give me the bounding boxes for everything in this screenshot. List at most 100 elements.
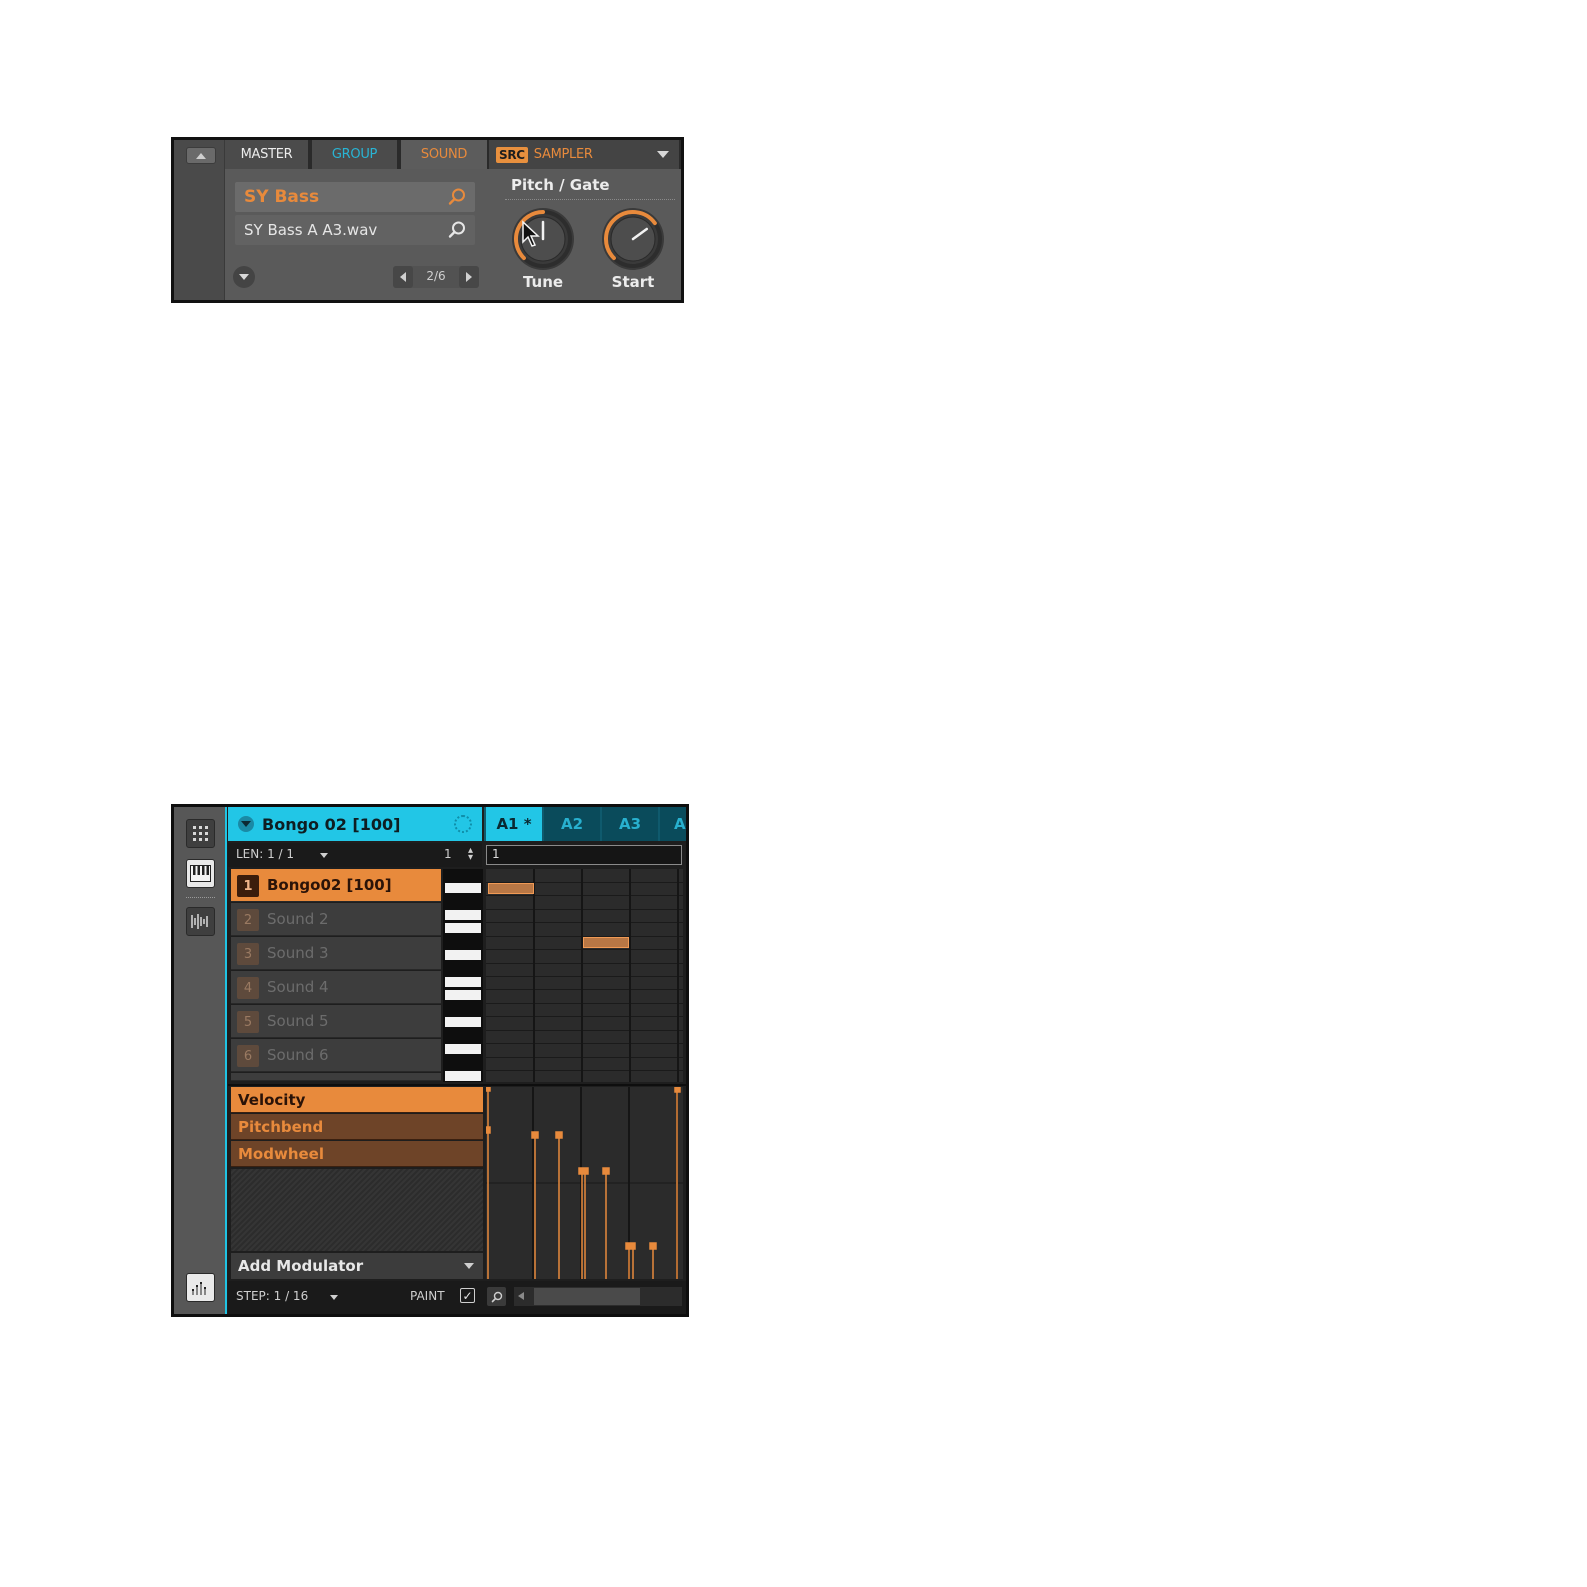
arrow-left-icon[interactable] [518,1292,524,1300]
timeline-ruler[interactable]: 1 [486,845,682,865]
sample-name-field[interactable]: SY Bass A A3.wav [235,215,475,245]
velocity-handle[interactable] [674,1087,681,1093]
piano-white-key[interactable] [445,883,481,893]
sound-slot-number: 2 [237,909,259,931]
arrow-right-icon[interactable] [459,266,479,288]
pattern-editor-panel: Bongo 02 [100] A1 * A2 A3 A LEN: 1 / 1 1… [171,804,689,1317]
piano-white-key[interactable] [445,923,481,933]
piano-white-key[interactable] [445,977,481,987]
velocity-handle[interactable] [486,1087,491,1092]
start-knob[interactable] [598,204,668,274]
pattern-tab-a3[interactable]: A3 [602,807,658,841]
grid-row-line [486,1057,683,1058]
focus-ring-icon[interactable] [454,815,472,833]
sound-slot-3[interactable]: 3 Sound 3 [231,937,441,970]
editor-footer: STEP: 1 / 16 PAINT ✓ [228,1281,686,1314]
grid-row-line [486,963,683,964]
sound-slot-name: Sound 4 [267,978,329,996]
sound-slot-number: 4 [237,977,259,999]
sound-slot-2[interactable]: 2 Sound 2 [231,903,441,936]
search-icon[interactable] [447,187,467,207]
sound-slot-4[interactable]: 4 Sound 4 [231,971,441,1004]
tune-label: Tune [522,273,564,291]
modulation-list-empty [231,1169,483,1251]
preset-name-field[interactable]: SY Bass [235,182,475,212]
zoom-icon[interactable] [487,1287,506,1306]
chevron-down-icon[interactable] [657,151,669,158]
grid-row-line [486,922,683,923]
velocity-handle[interactable] [486,1126,491,1134]
add-modulator-label: Add Modulator [238,1257,364,1275]
piano-keyboard[interactable] [443,869,483,1082]
length-value[interactable]: 1 [444,847,452,861]
tune-knob[interactable] [508,204,578,274]
velocity-handle[interactable] [625,1242,636,1250]
grid-view-icon[interactable] [186,819,215,848]
sound-slot-6[interactable]: 6 Sound 6 [231,1039,441,1072]
paint-mode-checkbox[interactable]: ✓ [460,1288,475,1303]
search-icon[interactable] [447,220,467,240]
note-grid[interactable] [486,869,683,1082]
piano-white-key[interactable] [445,950,481,960]
velocity-handle[interactable] [649,1242,657,1250]
page-selector: 2/6 [393,266,479,288]
preset-name: SY Bass [244,187,320,207]
sound-slot-5[interactable]: 5 Sound 5 [231,1005,441,1038]
arrow-left-icon[interactable] [393,266,413,288]
modulation-lane-modwheel[interactable]: Modwheel [231,1141,483,1167]
group-header[interactable]: Bongo 02 [100] [228,807,482,841]
sound-slot-partial [231,1073,441,1081]
velocity-handle[interactable] [555,1131,563,1139]
chevron-down-icon[interactable] [330,1295,338,1300]
sampler-view-icon[interactable] [186,907,215,936]
start-label: Start [611,273,655,291]
grid-row-line [486,976,683,977]
velocity-handle[interactable] [531,1131,539,1139]
velocity-handle[interactable] [578,1167,589,1175]
keyboard-view-icon[interactable] [186,859,215,888]
tab-sound[interactable]: SOUND [401,140,487,169]
add-modulator-button[interactable]: Add Modulator [231,1253,483,1279]
grid-beat-line [581,869,583,1082]
grid-row-line [486,949,683,950]
chevron-down-icon[interactable] [320,853,328,858]
grid-row-line [486,1070,683,1071]
sound-slot-number: 3 [237,943,259,965]
chevron-down-icon[interactable] [233,266,255,288]
modulation-lane-pitchbend[interactable]: Pitchbend [231,1114,483,1140]
step-size-label: STEP: 1 / 16 [236,1289,309,1303]
collapse-up-icon[interactable] [186,147,216,164]
scrollbar-thumb[interactable] [534,1288,640,1305]
modulation-view-icon[interactable] [186,1273,215,1302]
grid-row-line [486,1003,683,1004]
pattern-tab-a4[interactable]: A [660,807,686,841]
sound-slot-1[interactable]: 1 Bongo02 [100] [231,869,441,902]
tab-group[interactable]: GROUP [312,140,399,169]
piano-white-key[interactable] [445,990,481,1000]
sidebar-divider [186,897,215,898]
piano-white-key[interactable] [445,1044,481,1054]
note-event[interactable] [583,937,629,948]
modulation-lane-velocity[interactable]: Velocity [231,1087,483,1113]
sound-slot-number: 1 [237,875,259,897]
pattern-tab-a1[interactable]: A1 * [486,807,542,841]
note-event[interactable] [488,883,534,894]
chevron-down-icon[interactable] [238,816,254,832]
src-badge[interactable]: SRC [496,146,528,163]
pattern-tab-a2[interactable]: A2 [544,807,600,841]
horizontal-scrollbar[interactable] [514,1287,682,1306]
sound-slot-name: Sound 3 [267,944,329,962]
velocity-handle[interactable] [602,1167,610,1175]
tab-master[interactable]: MASTER [225,140,310,169]
piano-white-key[interactable] [445,1071,481,1081]
module-selector[interactable]: SRC SAMPLER [489,140,679,169]
chevron-down-icon [464,1263,474,1269]
piano-white-key[interactable] [445,910,481,920]
grid-row-line [486,1030,683,1031]
pattern-length-label: LEN: 1 / 1 [236,847,295,861]
parameter-section-title: Pitch / Gate [511,176,610,194]
spinner-icon[interactable]: ▴ ▾ [468,846,473,863]
sound-title: Bongo 02 [100] [262,815,401,834]
velocity-editor[interactable] [486,1087,683,1279]
piano-white-key[interactable] [445,1017,481,1027]
